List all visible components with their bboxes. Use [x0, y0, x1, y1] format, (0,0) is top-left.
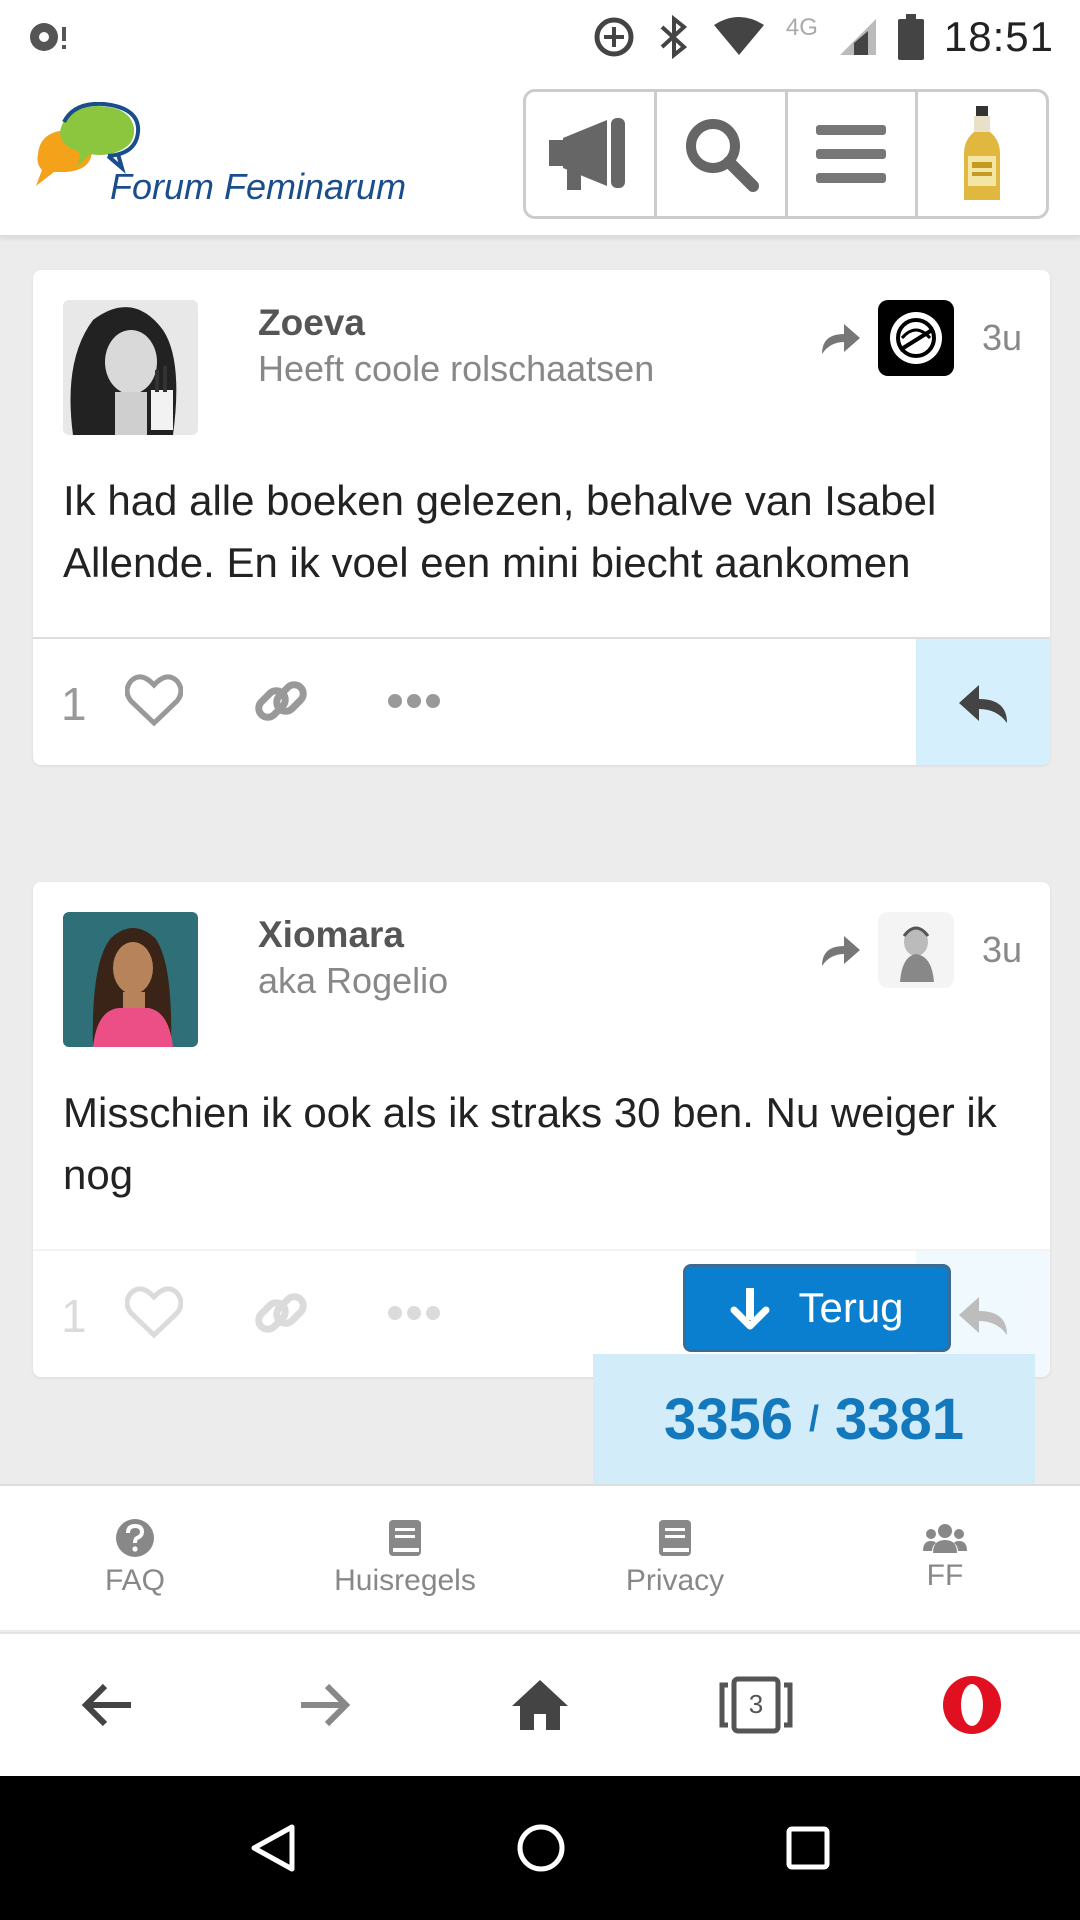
footer-link-faq[interactable]: FAQ [0, 1486, 270, 1630]
user-avatar-button[interactable] [918, 92, 1046, 216]
post-user-title: Heeft coole rolschaatsen [258, 348, 655, 389]
android-nav-bar [0, 1776, 1080, 1920]
post-actions: 1 [33, 637, 1050, 765]
arrow-right-icon [301, 1683, 351, 1727]
browser-back-button[interactable] [0, 1634, 216, 1776]
nav-home-icon[interactable] [516, 1823, 566, 1873]
post-body: Ik had alle boeken gelezen, behalve van … [63, 477, 937, 586]
notification-icon [26, 19, 72, 55]
clock: 18:51 [943, 13, 1054, 60]
back-button-label: Terug [798, 1284, 904, 1331]
footer-link-ff[interactable]: FF [810, 1486, 1080, 1630]
more-options-icon[interactable] [387, 1303, 441, 1323]
battery-icon [897, 14, 924, 60]
post-body: Misschien ik ook als ik straks 30 ben. N… [63, 1089, 997, 1198]
logo-text: Forum Feminarum [110, 166, 407, 207]
search-icon [685, 119, 759, 192]
menu-button[interactable] [788, 92, 919, 216]
reply-button[interactable] [916, 639, 1050, 765]
announcements-button[interactable] [526, 92, 657, 216]
link-icon[interactable] [253, 673, 309, 729]
reply-to-avatar[interactable] [877, 912, 954, 988]
reply-icon [959, 685, 1007, 723]
author-avatar[interactable] [63, 912, 198, 1047]
user-avatar-bottle-icon [964, 106, 1001, 200]
megaphone-icon [548, 118, 625, 190]
post-card: Zoeva Heeft coole rolschaatsen 3u Ik had… [33, 270, 1050, 765]
footer-links: FAQ Huisregels Privacy FF [0, 1484, 1080, 1630]
footer-link-label: Privacy [625, 1564, 725, 1597]
reply-to-arrow-icon[interactable] [818, 932, 862, 968]
footer-link-huisregels[interactable]: Huisregels [270, 1486, 540, 1630]
question-circle-icon [116, 1519, 154, 1557]
header-toolbar [523, 89, 1049, 219]
nav-recents-icon[interactable] [786, 1826, 830, 1870]
status-bar: 4G 18:51 [0, 0, 1080, 74]
browser-bar: 3 [0, 1632, 1080, 1776]
like-heart-icon[interactable] [125, 1285, 183, 1339]
post-time[interactable]: 3u [982, 929, 1022, 971]
reply-to-arrow-icon[interactable] [818, 320, 862, 356]
post-author[interactable]: Xiomara [258, 914, 404, 956]
post-time[interactable]: 3u [982, 317, 1022, 359]
users-icon [923, 1524, 967, 1553]
link-icon[interactable] [253, 1285, 309, 1341]
cellular-signal-icon [838, 17, 878, 57]
post-meta: 3u [818, 300, 1022, 376]
book-icon [659, 1520, 691, 1556]
post-meta: 3u [818, 912, 1022, 988]
arrow-down-icon [730, 1288, 770, 1330]
like-count[interactable]: 1 [61, 1289, 87, 1343]
search-button[interactable] [657, 92, 788, 216]
reply-icon [959, 1297, 1007, 1335]
site-header: Forum Feminarum [0, 74, 1080, 237]
browser-tabs-button[interactable]: 3 [648, 1634, 864, 1776]
site-logo[interactable]: Forum Feminarum [30, 102, 430, 212]
footer-link-label: FAQ [104, 1564, 165, 1597]
more-options-icon[interactable] [387, 691, 441, 711]
like-count[interactable]: 1 [61, 677, 87, 731]
wifi-icon [712, 17, 766, 57]
like-heart-icon[interactable] [125, 673, 183, 727]
post-counter-current: 3356 [663, 1386, 793, 1452]
author-avatar[interactable] [63, 300, 198, 435]
footer-link-label: FF [926, 1559, 964, 1592]
data-saver-icon [592, 15, 636, 59]
opera-logo-icon [943, 1676, 1001, 1734]
nav-back-icon[interactable] [250, 1823, 296, 1873]
bluetooth-icon [656, 15, 692, 59]
footer-link-privacy[interactable]: Privacy [540, 1486, 810, 1630]
arrow-left-icon [81, 1683, 131, 1727]
browser-forward-button[interactable] [216, 1634, 432, 1776]
book-icon [389, 1520, 421, 1556]
home-icon [512, 1680, 568, 1730]
footer-link-label: Huisregels [334, 1564, 476, 1597]
network-type-label: 4G [785, 14, 818, 41]
post-user-title: aka Rogelio [258, 960, 449, 1001]
back-button[interactable]: Terug [683, 1264, 951, 1352]
opera-menu-button[interactable] [864, 1634, 1080, 1776]
reply-to-avatar[interactable] [877, 300, 954, 376]
post-counter[interactable]: 3356 / 3381 [593, 1354, 1035, 1484]
hamburger-menu-icon [816, 125, 887, 183]
post-counter-separator: / [808, 1398, 819, 1439]
tab-count: 3 [748, 1688, 764, 1719]
post-counter-total: 3381 [835, 1386, 965, 1452]
post-author[interactable]: Zoeva [258, 302, 365, 344]
browser-home-button[interactable] [432, 1634, 648, 1776]
